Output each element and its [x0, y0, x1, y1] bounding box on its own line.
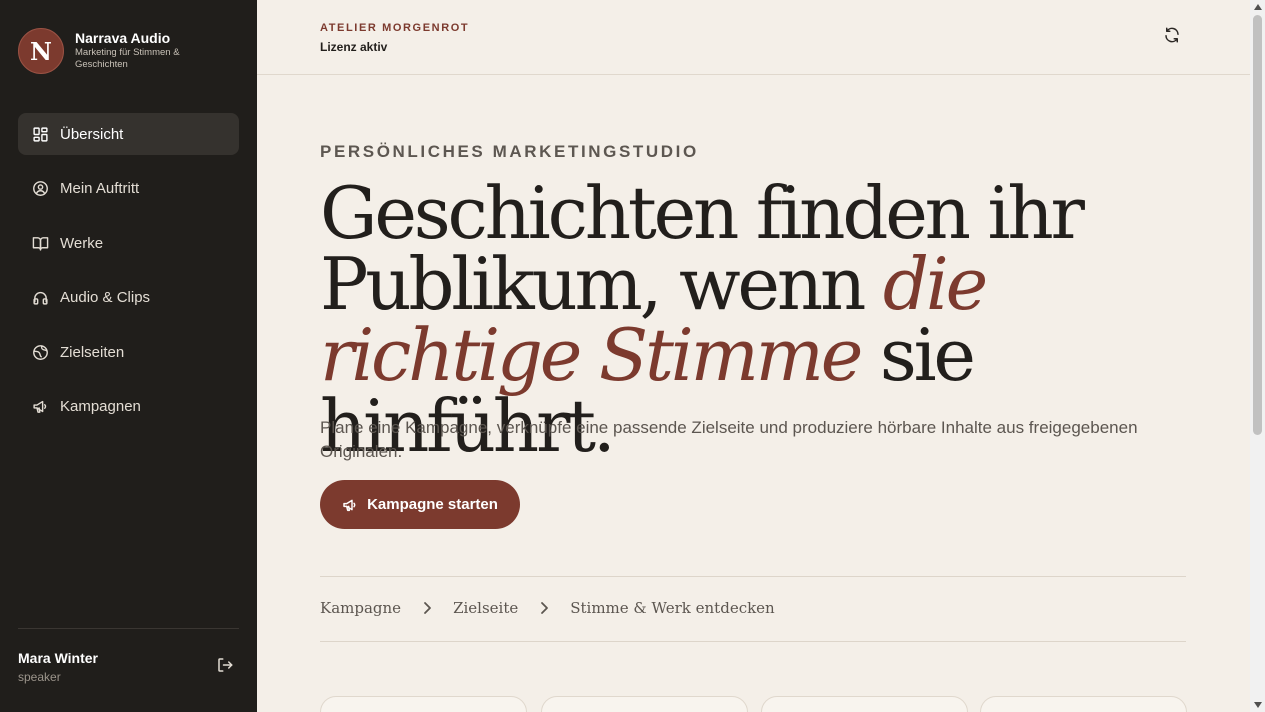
sidebar-item-zielseiten[interactable]: Zielseiten — [18, 331, 239, 373]
sidebar-item-label: Audio & Clips — [60, 289, 151, 306]
feature-card[interactable] — [761, 696, 968, 712]
workflow-steps: Kampagne Zielseite Stimme & Werk entdeck… — [320, 599, 775, 617]
scroll-up-arrow-icon[interactable] — [1250, 0, 1265, 14]
feature-card[interactable] — [541, 696, 748, 712]
brand[interactable]: N Narrava Audio Marketing für Stimmen & … — [18, 28, 200, 74]
user-circle-icon — [33, 181, 48, 196]
sidebar-item-werke[interactable]: Werke — [18, 222, 239, 264]
logout-icon[interactable] — [216, 656, 234, 674]
hero-lead: Plane eine Kampagne, verknüpfe eine pass… — [320, 418, 1138, 461]
sidebar-divider — [18, 628, 239, 629]
steps-divider-bottom — [320, 641, 1186, 642]
sidebar: N Narrava Audio Marketing für Stimmen & … — [0, 0, 257, 712]
hero-eyebrow: PERSÖNLICHES MARKETINGSTUDIO — [320, 142, 699, 161]
chevron-right-icon — [424, 602, 431, 614]
scroll-down-arrow-icon[interactable] — [1250, 698, 1265, 712]
refresh-icon[interactable] — [1163, 26, 1181, 44]
brand-tagline: Marketing für Stimmen & Geschichten — [75, 47, 180, 70]
brand-name: Narrava Audio — [75, 30, 171, 46]
sidebar-item-kampagnen[interactable]: Kampagnen — [18, 386, 239, 428]
app: N Narrava Audio Marketing für Stimmen & … — [0, 0, 1265, 712]
sidebar-item-audio-clips[interactable]: Audio & Clips — [18, 277, 239, 319]
top-header: ATELIER MORGENROT Lizenz aktiv — [257, 0, 1250, 75]
start-campaign-button[interactable]: Kampagne starten — [320, 480, 520, 529]
globe-icon — [33, 344, 48, 360]
step-zielseite: Zielseite — [453, 599, 519, 617]
feature-cards — [320, 696, 1187, 712]
page-scrollbar[interactable] — [1250, 0, 1265, 712]
user-name: Mara Winter — [18, 650, 99, 666]
sidebar-item-uebersicht[interactable]: Übersicht — [18, 113, 239, 155]
sidebar-item-label: Zielseiten — [60, 343, 125, 361]
user-role: speaker — [18, 670, 61, 684]
dashboard-icon — [33, 126, 48, 142]
sidebar-nav: Übersicht Mein Auftritt Werke Audio & Cl… — [18, 113, 239, 440]
megaphone-icon — [343, 499, 356, 511]
organization-name: ATELIER MORGENROT — [320, 22, 470, 34]
cta-label: Kampagne starten — [367, 496, 498, 513]
headphones-icon — [33, 291, 48, 305]
sidebar-item-label: Übersicht — [60, 125, 124, 143]
brand-logo: N — [18, 28, 64, 74]
steps-divider-top — [320, 576, 1186, 577]
chevron-right-icon — [541, 602, 549, 614]
step-stimme-werk: Stimme & Werk entdecken — [570, 599, 775, 617]
feature-card[interactable] — [980, 696, 1187, 712]
sidebar-item-label: Mein Auftritt — [60, 180, 140, 197]
sidebar-item-label: Kampagnen — [60, 398, 141, 415]
sidebar-item-label: Werke — [60, 234, 104, 252]
step-kampagne: Kampagne — [320, 599, 402, 617]
sidebar-item-mein-auftritt[interactable]: Mein Auftritt — [18, 168, 239, 210]
megaphone-icon — [33, 400, 47, 413]
headline-accent2: Stimme — [598, 313, 863, 397]
open-book-icon — [32, 236, 49, 251]
license-status: Lizenz aktiv — [320, 40, 388, 54]
brand-text: Narrava Audio Marketing für Stimmen & Ge… — [75, 30, 200, 71]
main-content: PERSÖNLICHES MARKETINGSTUDIO Geschichten… — [257, 76, 1250, 712]
scrollbar-thumb[interactable] — [1253, 15, 1262, 435]
feature-card[interactable] — [320, 696, 527, 712]
